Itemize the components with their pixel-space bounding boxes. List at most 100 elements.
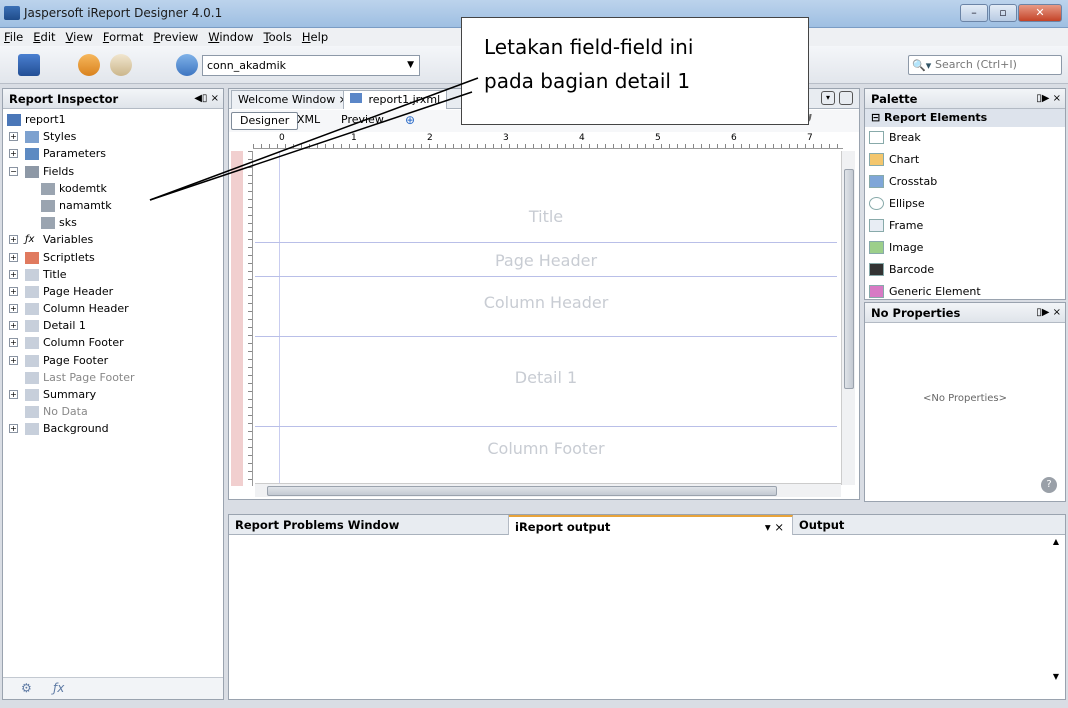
ruler-number: 6 (731, 133, 737, 143)
report-canvas[interactable]: Title Page Header Column Header Detail 1… (255, 151, 837, 485)
tree-node[interactable]: + Detail 1 (5, 317, 223, 334)
panel-controls[interactable]: ◀▯ × (194, 89, 219, 109)
expand-icon[interactable]: + (9, 304, 18, 314)
output-scrollbar[interactable]: ▲ ▼ (1049, 537, 1063, 687)
report-icon (350, 93, 362, 103)
tab-controls[interactable]: ▾ × (765, 517, 784, 537)
tree-node[interactable]: sks (5, 214, 223, 231)
tree-node[interactable]: + Summary (5, 386, 223, 403)
tree-node[interactable]: namamtk (5, 197, 223, 214)
tree-node[interactable]: + Title (5, 266, 223, 283)
band-page-header[interactable]: Page Header (255, 243, 837, 277)
palette-category[interactable]: ⊟ Report Elements (865, 109, 1065, 127)
menu-tools[interactable]: Tools (264, 28, 292, 46)
palette-item[interactable]: Generic Element (865, 281, 1065, 303)
band-column-footer[interactable]: Column Footer (255, 427, 837, 485)
menu-format[interactable]: Format (103, 28, 144, 46)
tree-node[interactable]: + Parameters (5, 145, 223, 162)
tree-node[interactable]: − Fields (5, 163, 223, 180)
tab-report1[interactable]: report1.jrxml (343, 90, 448, 109)
menu-window[interactable]: Window (208, 28, 253, 46)
search-input[interactable]: 🔍▾ Search (Ctrl+I) (908, 55, 1062, 75)
help-icon[interactable]: ? (1041, 477, 1057, 493)
tab-xml[interactable]: XML (289, 112, 328, 130)
menu-preview[interactable]: Preview (153, 28, 198, 46)
band-title[interactable]: Title (255, 151, 837, 243)
tab-list-icon[interactable]: ▾ (821, 91, 835, 105)
tree-node[interactable]: + Column Footer (5, 334, 223, 351)
tree-node-label: Column Header (43, 302, 129, 316)
close-button[interactable]: ✕ (1018, 4, 1062, 22)
band-detail-1[interactable]: Detail 1 (255, 337, 837, 427)
minimize-button[interactable]: – (960, 4, 988, 22)
expand-icon[interactable]: + (9, 424, 18, 434)
palette-item[interactable]: Image (865, 237, 1065, 259)
menu-view[interactable]: View (66, 28, 93, 46)
maximize-button[interactable]: ▫ (989, 4, 1017, 22)
expand-icon[interactable]: + (9, 390, 18, 399)
expand-icon[interactable]: + (9, 132, 18, 142)
tree-node[interactable]: + Scriptlets (5, 249, 223, 266)
tree-node[interactable]: + Page Footer (5, 352, 223, 369)
band-icon (25, 354, 39, 367)
palette-item[interactable]: Crosstab (865, 171, 1065, 193)
band-column-header[interactable]: Column Header (255, 277, 837, 337)
expand-icon[interactable]: + (9, 252, 18, 262)
undo-icon[interactable] (78, 54, 100, 76)
tree-node-label: Last Page Footer (43, 370, 135, 384)
field-icon (41, 199, 55, 212)
tree-node[interactable]: Last Page Footer (5, 369, 223, 386)
maximize-window-icon[interactable] (839, 91, 853, 105)
expand-icon[interactable]: + (9, 321, 18, 331)
tree-node[interactable]: + Column Header (5, 300, 223, 317)
connection-select[interactable]: conn_akadmik ▼ (202, 55, 420, 76)
tree-node[interactable]: + ƒx Variables (5, 231, 223, 248)
tree-node[interactable]: report1 (5, 111, 223, 128)
palette-header: Palette ▯▶ × (865, 89, 1065, 109)
palette-item-label: Generic Element (889, 285, 981, 298)
tab-ireport-output-label: iReport output (515, 520, 611, 534)
expand-icon[interactable]: + (9, 235, 18, 245)
zoom-in-icon[interactable]: ⊕ (405, 113, 415, 127)
output-panel: Report Problems Window iReport output ▾ … (228, 514, 1066, 700)
expand-icon[interactable]: + (9, 269, 18, 279)
tree-node[interactable]: kodemtk (5, 180, 223, 197)
expand-icon[interactable]: + (9, 286, 18, 296)
tab-preview[interactable]: Preview (333, 112, 392, 130)
tab-output[interactable]: Output (793, 515, 1067, 535)
palette-item-label: Image (889, 241, 924, 254)
expand-icon[interactable]: + (9, 338, 18, 348)
tab-welcome-window[interactable]: Welcome Window × (231, 90, 355, 109)
band-icon (25, 337, 39, 350)
horizontal-scrollbar[interactable] (255, 483, 841, 497)
ruler-number: 2 (427, 133, 433, 143)
palette-item[interactable]: Frame (865, 215, 1065, 237)
palette-item[interactable]: Barcode (865, 259, 1065, 281)
palette-item[interactable]: Ellipse (865, 193, 1065, 215)
tree-node[interactable]: + Styles (5, 128, 223, 145)
expand-icon[interactable]: + (9, 355, 18, 365)
tree-node[interactable]: No Data (5, 403, 223, 420)
callout-line-1: Letakan field-field ini (484, 35, 694, 59)
palette-item[interactable]: Chart (865, 149, 1065, 171)
panel-controls[interactable]: ▯▶ × (1036, 303, 1061, 323)
panel-controls[interactable]: ▯▶ × (1036, 89, 1061, 109)
palette-item[interactable]: Break (865, 127, 1065, 149)
parameters-icon[interactable]: ⚙ (21, 681, 32, 695)
tree-node[interactable]: + Background (5, 420, 223, 437)
save-icon[interactable] (18, 54, 40, 76)
tree-node-label: Variables (43, 233, 94, 247)
expand-icon[interactable]: + (9, 149, 18, 159)
collapse-icon[interactable]: − (9, 166, 18, 176)
vertical-scrollbar[interactable] (841, 151, 855, 485)
redo-icon[interactable] (110, 54, 132, 76)
menu-file[interactable]: File (4, 28, 23, 46)
datasource-icon[interactable] (176, 54, 198, 76)
menu-edit[interactable]: Edit (33, 28, 55, 46)
variables-icon[interactable]: ƒx (53, 681, 64, 695)
menu-help[interactable]: Help (302, 28, 328, 46)
tab-report-problems[interactable]: Report Problems Window (229, 515, 509, 535)
tab-ireport-output[interactable]: iReport output ▾ × (509, 515, 793, 535)
report-inspector-panel: Report Inspector ◀▯ × report1 + Styles + Par… (2, 88, 224, 700)
tree-node[interactable]: + Page Header (5, 283, 223, 300)
